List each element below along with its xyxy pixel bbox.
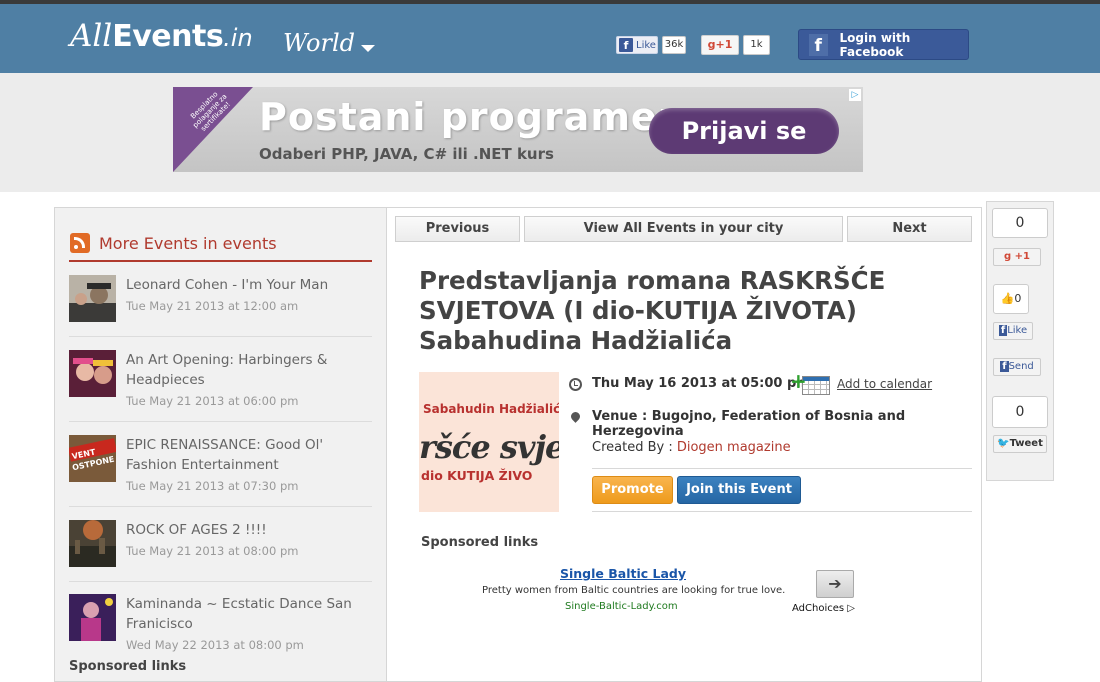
logo-events-text: Events (112, 19, 224, 54)
event-time: Tue May 21 2013 at 06:00 pm (126, 394, 299, 408)
sponsored-links-heading: Sponsored links (421, 535, 539, 550)
event-title[interactable]: EPIC RENAISSANCE: Good Ol' Fashion Enter… (126, 435, 376, 475)
view-all-events-button[interactable]: View All Events in your city (524, 216, 843, 242)
more-events-title: More Events in events (99, 233, 277, 253)
tweet-label: Tweet (1009, 438, 1043, 449)
google-plus-icon: g (1004, 251, 1012, 262)
arrow-right-icon[interactable]: ➔ (816, 570, 854, 598)
previous-button[interactable]: Previous (395, 216, 520, 242)
event-thumbnail[interactable] (69, 520, 116, 567)
event-thumbnail[interactable] (69, 275, 116, 322)
facebook-like-button[interactable]: f Like (616, 36, 658, 54)
location-selector[interactable]: World (283, 29, 355, 57)
google-plus-share-count: 0 (992, 208, 1048, 238)
adchoices-icon: ▷ (847, 603, 855, 614)
facebook-share-count: 👍0 (993, 284, 1029, 314)
site-logo[interactable]: AllEvents.in (70, 18, 253, 58)
promote-button[interactable]: Promote (592, 476, 673, 504)
event-thumbnail[interactable] (69, 594, 116, 641)
image-author-text: Sabahudin Hadžialić (423, 402, 559, 416)
sponsored-ad-url[interactable]: Single-Baltic-Lady.com (565, 601, 678, 612)
facebook-like-label: Like (636, 39, 656, 51)
event-title[interactable]: An Art Opening: Harbingers & Headpieces (126, 350, 376, 390)
divider (592, 468, 972, 469)
sidebar-title-underline (69, 260, 372, 262)
facebook-like-share-label: Like (1007, 325, 1028, 336)
event-time: Tue May 21 2013 at 08:00 pm (126, 544, 299, 558)
site-header: AllEvents.in World f Like 36k g+1 1k f L… (0, 4, 1100, 73)
event-detail-panel: Previous View All Events in your city Ne… (386, 207, 982, 682)
event-venue: Venue : Bugojno, Federation of Bosnia an… (592, 409, 906, 439)
more-events-header: More Events in events (70, 233, 277, 253)
event-time: Tue May 21 2013 at 12:00 am (126, 299, 299, 313)
google-plus-label: +1 (715, 38, 733, 51)
logo-in-text: .in (223, 24, 253, 52)
facebook-icon: f (1000, 361, 1009, 372)
adchoices-label[interactable]: AdChoices ▷ (792, 603, 855, 614)
clock-icon (569, 378, 582, 391)
google-plus-share-button[interactable]: g +1 (993, 248, 1041, 266)
event-title[interactable]: Kaminanda ~ Ecstatic Dance San Franicisc… (126, 594, 372, 634)
thumbs-up-icon: 👍 (1000, 292, 1015, 305)
event-time: Wed May 22 2013 at 08:00 pm (126, 638, 304, 652)
event-thumbnail[interactable] (69, 350, 116, 397)
rss-icon[interactable] (70, 233, 90, 253)
facebook-icon: f (619, 38, 633, 52)
list-item[interactable]: Kaminanda ~ Ecstatic Dance San Franicisc… (69, 594, 372, 654)
event-title[interactable]: Leonard Cohen - I'm Your Man (126, 275, 376, 295)
google-plus-count: 1k (743, 35, 770, 55)
image-title-text: ršće svje (419, 428, 559, 466)
google-plus-share-label: +1 (1014, 251, 1030, 262)
ad-signup-button[interactable]: Prijavi se (649, 108, 839, 154)
list-item[interactable]: ROCK OF AGES 2 !!!! Tue May 21 2013 at 0… (69, 520, 372, 582)
ad-subtitle: Odaberi PHP, JAVA, C# ili .NET kurs (259, 145, 554, 163)
google-plus-icon: g (707, 38, 716, 51)
location-pin-icon (569, 410, 582, 423)
event-time: Tue May 21 2013 at 07:30 pm (126, 479, 299, 493)
list-item[interactable]: VENT OSTPONE EPIC RENAISSANCE: Good Ol' F… (69, 435, 372, 507)
facebook-icon: f (809, 33, 828, 56)
event-title-heading: Predstavljanja romana RASKRŠĆE SVJETOVA … (419, 266, 886, 355)
sponsored-ad-link[interactable]: Single Baltic Lady (560, 566, 686, 581)
list-item[interactable]: Leonard Cohen - I'm Your Man Tue May 21 … (69, 275, 372, 337)
event-date: Thu May 16 2013 at 05:00 pm (592, 376, 810, 391)
next-button[interactable]: Next (847, 216, 972, 242)
sponsored-ad-description: Pretty women from Baltic countries are l… (482, 585, 786, 596)
join-event-button[interactable]: Join this Event (677, 476, 801, 504)
event-image[interactable]: Sabahudin Hadžialić ršće svje dio KUTIJA… (419, 372, 559, 512)
event-title[interactable]: ROCK OF AGES 2 !!!! (126, 520, 376, 540)
login-label: Login with Facebook (839, 30, 911, 59)
more-events-sidebar: More Events in events Leonard Cohen - I'… (54, 207, 386, 682)
tweet-button[interactable]: 🐦Tweet (993, 435, 1047, 453)
logo-all-text: All (70, 18, 113, 54)
facebook-send-label: Send (1008, 361, 1034, 372)
image-subtitle-text: dio KUTIJA ŽIVO (421, 468, 533, 483)
add-calendar-icon[interactable]: + (790, 371, 830, 395)
ad-banner[interactable]: Besplatno polaganje za sertifikate! Post… (173, 87, 863, 172)
created-by: Created By : Diogen magazine (592, 440, 791, 455)
created-by-label: Created By : (592, 440, 677, 455)
share-sidebar: 0 g +1 👍0 f Like f Send 0 🐦Tweet (986, 201, 1054, 481)
list-item[interactable]: An Art Opening: Harbingers & Headpieces … (69, 350, 372, 422)
divider (592, 511, 972, 512)
facebook-send-button[interactable]: f Send (993, 358, 1041, 376)
facebook-share-count-value: 0 (1014, 292, 1022, 305)
adchoices-icon[interactable]: ▷ (849, 89, 861, 101)
facebook-like-count: 36k (662, 36, 686, 54)
twitter-icon: 🐦 (997, 438, 1010, 449)
ad-title: Postani programer (259, 95, 678, 139)
event-thumbnail[interactable]: VENTOSTPONE (69, 435, 116, 482)
sidebar-sponsored-links-heading: Sponsored links (69, 659, 187, 674)
login-with-facebook-button[interactable]: f Login with Facebook (798, 29, 969, 60)
facebook-like-share-button[interactable]: f Like (993, 322, 1033, 340)
chevron-down-icon[interactable] (361, 45, 375, 52)
tweet-count: 0 (992, 396, 1048, 428)
add-to-calendar-link[interactable]: Add to calendar (837, 377, 932, 391)
creator-link[interactable]: Diogen magazine (677, 440, 791, 455)
google-plus-button[interactable]: g+1 (701, 35, 739, 55)
adchoices-text: AdChoices (792, 603, 845, 614)
facebook-icon: f (998, 325, 1008, 336)
